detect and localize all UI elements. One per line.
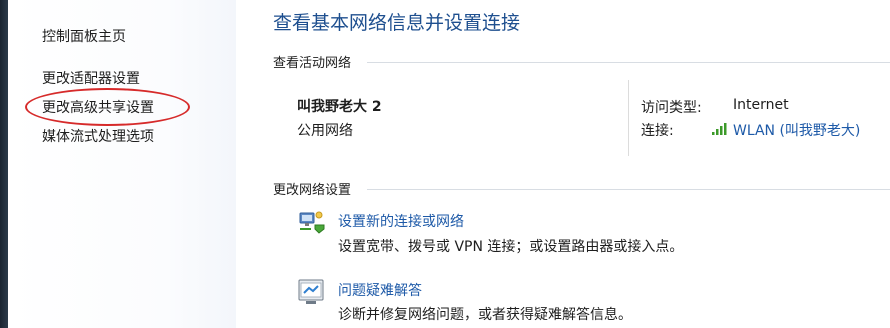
sidebar-item-control-panel-home[interactable]: 控制面板主页 [42, 26, 126, 46]
network-category: 公用网络 [297, 123, 353, 139]
troubleshoot-description: 诊断并修复网络问题，或者获得疑难解答信息。 [338, 307, 632, 323]
connections-label: 连接: [641, 123, 674, 139]
active-networks-divider [367, 62, 890, 63]
active-networks-header: 查看活动网络 [273, 56, 352, 71]
page-title: 查看基本网络信息并设置连接 [273, 12, 521, 34]
screen-edge [0, 0, 8, 328]
troubleshoot-icon [298, 279, 324, 304]
network-setup-icon [299, 211, 325, 234]
troubleshoot-link[interactable]: 问题疑难解答 [338, 280, 422, 300]
change-settings-divider [367, 189, 890, 190]
wlan-connection-link[interactable]: WLAN (叫我野老大) [733, 120, 860, 140]
setup-new-connection-description: 设置宽带、拨号或 VPN 连接；或设置路由器或接入点。 [338, 239, 684, 255]
access-type-value: Internet [733, 97, 789, 113]
change-settings-header: 更改网络设置 [273, 183, 352, 198]
vertical-divider [628, 80, 629, 156]
wifi-signal-icon [712, 123, 727, 135]
sidebar-item-change-advanced-sharing-settings[interactable]: 更改高级共享设置 [42, 97, 154, 117]
network-name: 叫我野老大 2 [297, 99, 382, 115]
sidebar: 控制面板主页 更改适配器设置 更改高级共享设置 媒体流式处理选项 [8, 0, 236, 328]
setup-new-connection-link[interactable]: 设置新的连接或网络 [338, 211, 464, 231]
sidebar-item-media-streaming-options[interactable]: 媒体流式处理选项 [42, 126, 154, 146]
access-type-label: 访问类型: [641, 100, 702, 116]
sidebar-item-change-adapter-settings[interactable]: 更改适配器设置 [42, 68, 140, 88]
